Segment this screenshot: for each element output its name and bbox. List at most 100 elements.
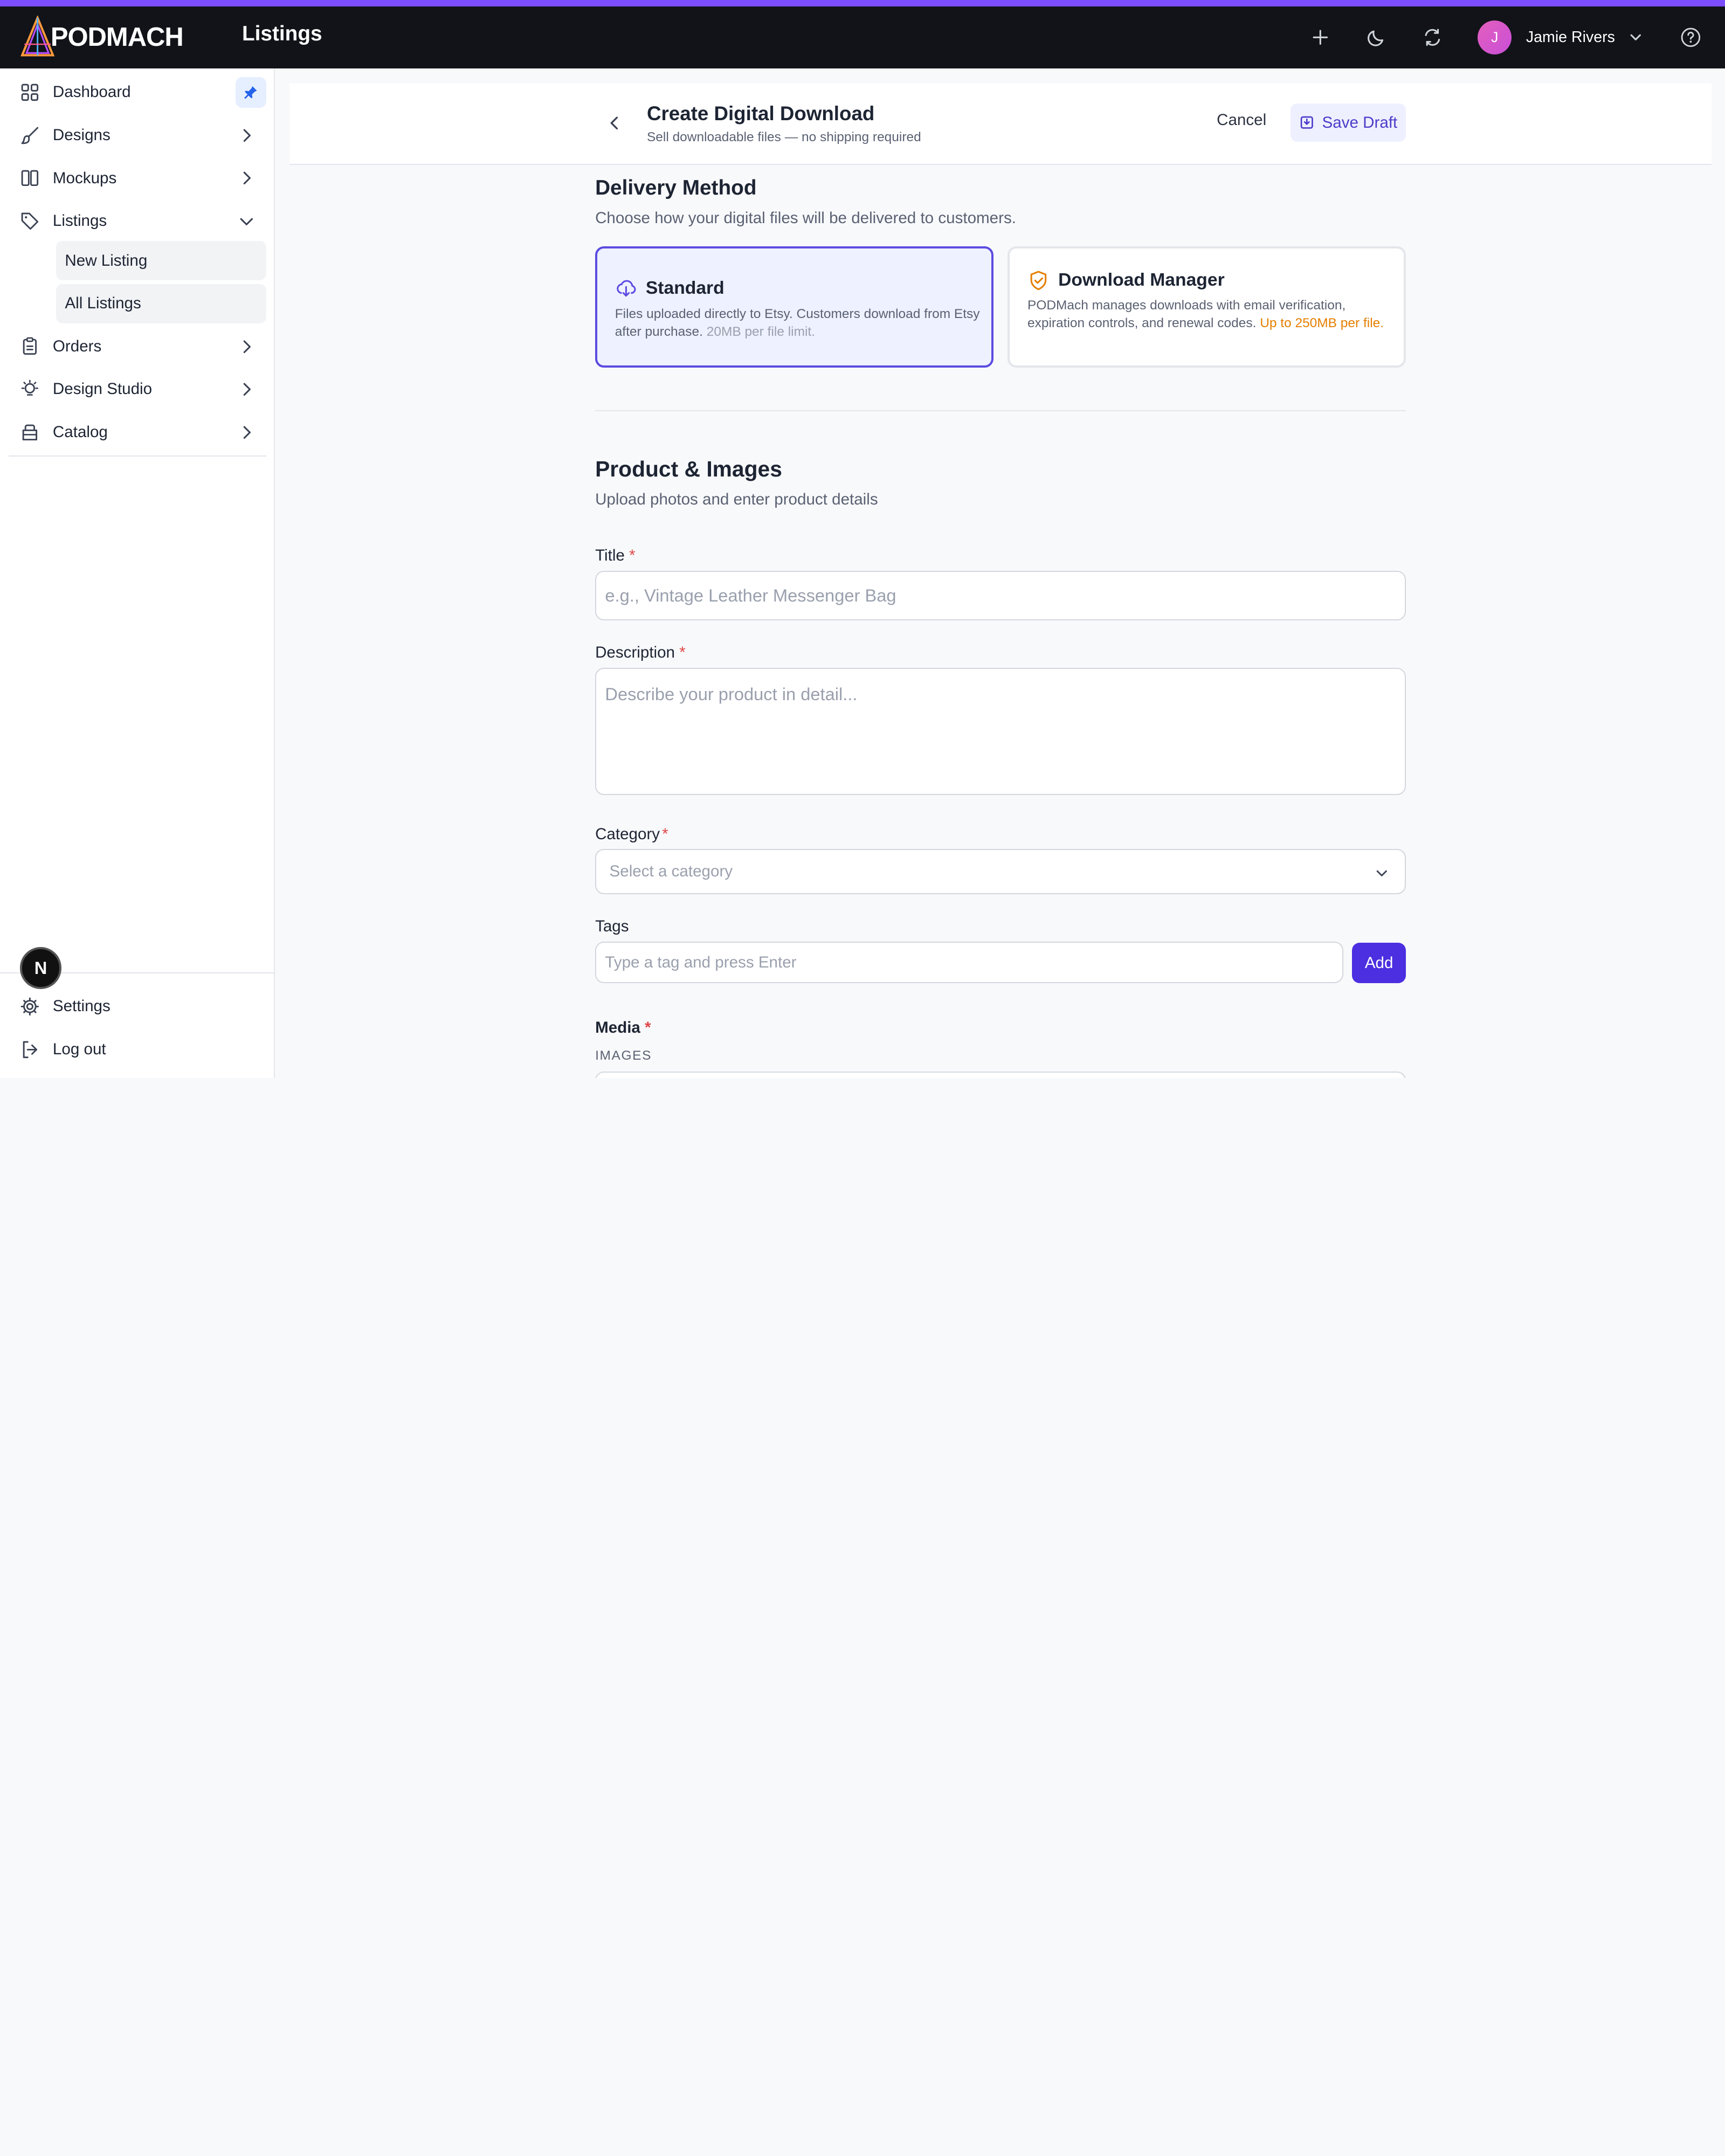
sidebar-item-label: Listings — [52, 212, 107, 230]
form-subtitle: Sell downloadable files — no shipping re… — [646, 129, 921, 144]
images-label: IMAGES — [595, 1048, 652, 1063]
required-mark: * — [662, 825, 668, 843]
sidebar-item-designs[interactable]: Designs — [9, 115, 266, 155]
required-mark: * — [645, 1018, 651, 1036]
title-input[interactable]: e.g., Vintage Leather Messenger Bag — [595, 571, 1406, 620]
sidebar-item-label: Catalog — [52, 423, 108, 441]
n-badge-button[interactable]: N — [19, 947, 62, 989]
category-label-text: Category — [595, 825, 660, 843]
chevron-left-icon — [611, 116, 618, 130]
delivery-section-subtitle: Choose how your digital files will be de… — [595, 209, 1016, 227]
add-tag-button[interactable]: Add — [1352, 942, 1406, 984]
standard-limit: 20MB per file limit. — [706, 324, 815, 339]
gear-icon — [19, 996, 41, 1018]
product-section-title: Product & Images — [595, 456, 782, 481]
category-placeholder: Select a category — [609, 862, 733, 881]
save-draft-button[interactable]: Save Draft — [1290, 103, 1406, 142]
pin-button[interactable] — [235, 77, 266, 108]
sidebar-item-logout[interactable]: Log out — [9, 1029, 266, 1069]
top-actions: J Jamie Rivers — [1276, 6, 1703, 68]
delivery-section-title: Delivery Method — [595, 176, 757, 199]
refresh-icon — [1425, 29, 1440, 46]
sidebar-item-catalog[interactable]: Catalog — [9, 412, 266, 452]
shield-check-icon — [1030, 271, 1047, 291]
sidebar-divider — [9, 455, 266, 457]
title-placeholder: e.g., Vintage Leather Messenger Bag — [605, 585, 896, 606]
grid-icon — [19, 81, 41, 103]
save-icon — [1300, 116, 1313, 129]
sidebar-item-mockups[interactable]: Mockups — [9, 158, 266, 198]
required-mark: * — [629, 547, 636, 565]
sidebar-item-listings[interactable]: Listings — [9, 201, 266, 240]
chevron-down-icon — [1630, 34, 1641, 40]
logout-icon — [19, 1039, 41, 1061]
cloud-download-icon — [616, 280, 636, 297]
tag-icon — [19, 210, 41, 232]
sidebar-item-label: Mockups — [52, 169, 117, 187]
tags-label: Tags — [595, 917, 629, 936]
description-textarea[interactable]: Describe your product in detail... — [595, 667, 1406, 796]
theme-toggle-button[interactable] — [1364, 25, 1389, 50]
title-label-text: Title — [595, 547, 625, 565]
sidebar-item-label: Orders — [52, 337, 102, 355]
user-menu[interactable]: J Jamie Rivers — [1478, 20, 1644, 54]
category-select[interactable]: Select a category — [595, 849, 1406, 895]
chevron-down-icon — [240, 218, 253, 225]
logo-text: PODMACH — [50, 23, 184, 52]
description-label-text: Description — [595, 643, 675, 661]
media-label-text: Media — [595, 1018, 640, 1036]
download-manager-description: PODMach manages downloads with email ver… — [1027, 297, 1390, 332]
sidebar: Dashboard Designs Mockups Listings New L… — [0, 68, 275, 1078]
sidebar-subitem-all-listings[interactable]: All Listings — [56, 284, 266, 323]
section-divider — [595, 410, 1406, 412]
top-bar: PODMACH Listings J Jamie Rivers — [0, 6, 1725, 68]
cancel-button[interactable]: Cancel — [1217, 111, 1266, 129]
lightbulb-icon — [19, 378, 41, 400]
title-label: Title * — [595, 547, 635, 565]
sidebar-item-settings[interactable]: Settings — [9, 987, 266, 1026]
description-label: Description * — [595, 644, 686, 662]
chevron-down-icon — [1376, 870, 1387, 876]
logo[interactable]: PODMACH — [20, 13, 184, 61]
logo-mark-icon — [20, 15, 54, 57]
sidebar-subitem-new-listing[interactable]: New Listing — [56, 240, 266, 281]
top-accent-bar — [0, 0, 1725, 7]
clipboard-icon — [19, 335, 41, 357]
media-label: Media * — [595, 1019, 651, 1037]
chevron-right-icon — [243, 383, 251, 396]
app-root: PODMACH Listings J Jamie Rivers Dashboar… — [0, 0, 1725, 1078]
brush-icon — [19, 125, 41, 147]
delivery-option-standard[interactable]: Standard Files uploaded directly to Etsy… — [595, 246, 993, 368]
sidebar-item-design-studio[interactable]: Design Studio — [9, 370, 266, 409]
save-draft-label: Save Draft — [1322, 113, 1398, 132]
sidebar-item-label: Settings — [52, 997, 111, 1015]
avatar: J — [1478, 20, 1512, 54]
delivery-option-download-manager[interactable]: Download Manager PODMach manages downloa… — [1008, 246, 1406, 368]
sidebar-item-dashboard[interactable]: Dashboard — [9, 73, 266, 112]
chevron-right-icon — [243, 171, 251, 185]
tags-input[interactable]: Type a tag and press Enter — [595, 941, 1343, 984]
chevron-right-icon — [243, 129, 251, 142]
back-button[interactable] — [603, 111, 627, 135]
moon-icon — [1368, 30, 1384, 46]
page-title: Listings — [242, 22, 322, 45]
sidebar-item-label: Designs — [52, 126, 111, 144]
category-label: Category * — [595, 825, 668, 844]
image-upload-area[interactable] — [595, 1071, 1406, 1078]
download-manager-title: Download Manager — [1058, 270, 1225, 291]
sidebar-item-orders[interactable]: Orders — [9, 327, 266, 366]
download-manager-limit: Up to 250MB per file. — [1260, 315, 1384, 330]
product-section-subtitle: Upload photos and enter product details — [595, 490, 878, 509]
help-button[interactable] — [1679, 25, 1703, 50]
standard-description: Files uploaded directly to Etsy. Custome… — [615, 306, 981, 341]
sidebar-item-label: Design Studio — [52, 380, 153, 398]
refresh-button[interactable] — [1420, 25, 1445, 50]
help-icon — [1681, 27, 1701, 47]
add-button[interactable] — [1308, 25, 1333, 50]
box-icon — [19, 421, 41, 444]
required-mark: * — [679, 643, 686, 661]
pin-icon — [244, 86, 257, 99]
form-header: Create Digital Download Sell downloadabl… — [289, 84, 1712, 165]
columns-icon — [19, 167, 41, 189]
plus-icon — [1313, 30, 1328, 45]
